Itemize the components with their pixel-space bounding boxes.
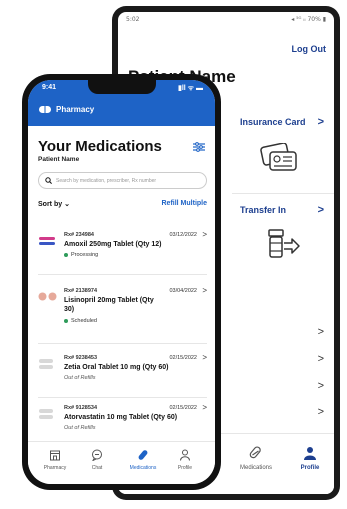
sort-by-dropdown[interactable]: Sort by ⌄ xyxy=(38,200,70,208)
rx-number: Rx# 9238453 xyxy=(64,355,98,361)
pharmacy-store-icon xyxy=(50,450,60,461)
fill-date: 03/12/2022 xyxy=(169,232,197,238)
medication-item[interactable]: Rx# 9128534 02/15/2022 > Atorvastatin 10… xyxy=(28,403,215,443)
bottom-nav: Pharmacy Chat Medications Profile xyxy=(28,441,215,484)
capsule-icon xyxy=(39,237,55,245)
medication-name: Lisinopril 20mg Tablet (Qty 30) xyxy=(64,297,154,313)
transfer-in-label: Transfer In xyxy=(240,205,287,215)
pharmacy-logo-icon xyxy=(39,106,51,113)
status-badge: Processing xyxy=(64,252,98,258)
fill-date: 02/15/2022 xyxy=(169,355,197,361)
front-phone-frame: 9:41 ▮ll ᯤ ▬ Pharmacy Your Medications P… xyxy=(22,74,221,490)
insurance-card-tile[interactable]: Insurance Card > xyxy=(232,107,334,191)
sort-by-label: Sort by xyxy=(38,201,63,208)
status-text: Out of Refills xyxy=(64,425,96,431)
pill-icon xyxy=(249,446,261,459)
brand-name: Pharmacy xyxy=(56,105,95,114)
tablet-icon xyxy=(39,409,53,419)
filter-icon[interactable] xyxy=(193,142,205,152)
nav-medications[interactable]: Medications xyxy=(124,449,162,471)
nav-medications-label: Medications xyxy=(129,465,157,471)
person-icon xyxy=(304,447,316,460)
search-placeholder: Search by medication, prescriber, Rx num… xyxy=(56,177,157,184)
list-row-chevron[interactable]: > xyxy=(318,353,324,365)
chevron-right-icon: > xyxy=(202,286,207,295)
brand: Pharmacy xyxy=(38,105,94,114)
nav-profile-label: Profile xyxy=(177,465,193,471)
list-row-chevron[interactable]: > xyxy=(318,326,324,338)
insurance-card-label: Insurance Card xyxy=(240,117,306,127)
medication-name: Atorvastatin 10 mg Tablet (Qty 60) xyxy=(64,414,178,421)
sort-row: Sort by ⌄ Refill Multiple xyxy=(38,200,207,208)
search-input[interactable]: Search by medication, prescriber, Rx num… xyxy=(38,172,207,189)
nav-profile-label: Profile xyxy=(300,465,320,471)
chevron-right-icon: > xyxy=(317,204,324,216)
back-status-time: 5:02 xyxy=(126,16,140,23)
nav-profile[interactable]: Profile xyxy=(170,449,200,471)
transfer-in-tile[interactable]: Transfer In > xyxy=(232,195,334,279)
chevron-right-icon: > xyxy=(202,230,207,239)
back-status-bar: 5:02 ◂ ⁵ᴳ ᵢᵢ 70% ▮ xyxy=(126,16,326,23)
divider xyxy=(38,397,207,398)
status-text: Out of Refills xyxy=(64,375,96,381)
list-row-chevron[interactable]: > xyxy=(318,406,324,418)
insurance-card-icon xyxy=(260,143,297,171)
status-text: Scheduled xyxy=(71,318,97,324)
chevron-right-icon: > xyxy=(202,353,207,362)
patient-name: Patient Name xyxy=(38,156,80,163)
rx-number: Rx# 2138974 xyxy=(64,288,98,294)
person-icon xyxy=(180,449,190,461)
chevron-right-icon: > xyxy=(317,116,324,128)
tablet-icon xyxy=(39,359,53,369)
nav-pharmacy[interactable]: Pharmacy xyxy=(40,449,70,471)
chevron-right-icon: > xyxy=(202,403,207,412)
medication-item[interactable]: Rx# 2138974 03/04/2022 > Lisinopril 20mg… xyxy=(28,286,215,338)
divider xyxy=(38,274,207,275)
status-badge: Scheduled xyxy=(64,318,97,324)
chat-icon xyxy=(91,449,102,462)
status-dot xyxy=(64,319,68,323)
pill-icon xyxy=(138,450,148,460)
medication-name: Amoxil 250mg Tablet (Qty 12) xyxy=(64,241,162,248)
medication-item[interactable]: Rx# 234984 03/12/2022 > Amoxil 250mg Tab… xyxy=(28,230,215,278)
page-title: Your Medications xyxy=(38,138,162,155)
divider xyxy=(232,193,334,194)
front-status-time: 9:41 xyxy=(42,84,57,91)
fill-date: 03/04/2022 xyxy=(169,288,197,294)
front-status-icons: ▮ll ᯤ ▬ xyxy=(177,85,203,92)
divider xyxy=(38,343,207,344)
nav-medications-label: Medications xyxy=(239,465,272,471)
front-phone-screen: 9:41 ▮ll ᯤ ▬ Pharmacy Your Medications P… xyxy=(28,80,215,484)
fill-date: 02/15/2022 xyxy=(169,405,197,411)
search-icon xyxy=(45,177,52,184)
rx-number: Rx# 234984 xyxy=(64,232,94,238)
rx-number: Rx# 9128534 xyxy=(64,405,98,411)
nav-pharmacy-label: Pharmacy xyxy=(43,465,67,471)
tablet-icon xyxy=(38,292,57,301)
logout-button[interactable]: Log Out xyxy=(292,44,327,54)
status-text: Processing xyxy=(71,252,99,258)
nav-chat[interactable]: Chat xyxy=(82,449,112,471)
chevron-down-icon: ⌄ xyxy=(64,201,70,208)
nav-medications[interactable]: Medications xyxy=(236,446,276,471)
nav-profile[interactable]: Profile xyxy=(294,446,326,471)
refill-multiple-button[interactable]: Refill Multiple xyxy=(162,200,208,208)
list-row-chevron[interactable]: > xyxy=(318,380,324,392)
pill-bottle-transfer-icon xyxy=(268,229,300,258)
back-status-icons: ◂ ⁵ᴳ ᵢᵢ 70% ▮ xyxy=(291,16,326,23)
nav-chat-label: Chat xyxy=(91,465,103,471)
status-dot xyxy=(64,253,68,257)
notch xyxy=(88,80,156,94)
medication-item[interactable]: Rx# 9238453 02/15/2022 > Zetia Oral Tabl… xyxy=(28,353,215,401)
medication-name: Zetia Oral Tablet 10 mg (Qty 60) xyxy=(64,364,169,371)
